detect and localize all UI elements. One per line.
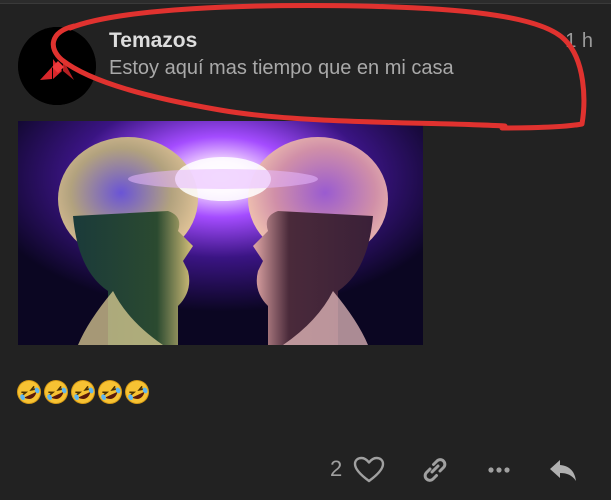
- post-card: Temazos Estoy aquí mas tiempo que en mi …: [0, 0, 611, 500]
- username[interactable]: Temazos: [109, 29, 197, 53]
- heart-icon[interactable]: [352, 454, 386, 486]
- rofl-emoji-icon: [71, 380, 95, 404]
- emoji-row: [16, 378, 150, 410]
- avatar[interactable]: [18, 27, 96, 105]
- post-image[interactable]: [18, 121, 423, 345]
- link-icon[interactable]: [418, 454, 452, 486]
- rofl-emoji-icon: [17, 380, 41, 404]
- top-divider: [0, 0, 611, 4]
- rofl-emoji-icon: [98, 380, 122, 404]
- post-message: Estoy aquí mas tiempo que en mi casa: [109, 57, 454, 79]
- brand-logo-icon: [18, 27, 96, 105]
- post-actions: 2: [0, 448, 611, 492]
- more-icon[interactable]: [482, 454, 516, 486]
- like-count[interactable]: 2: [330, 456, 342, 482]
- reply-icon[interactable]: [546, 454, 580, 486]
- rofl-emoji-icon: [44, 380, 68, 404]
- rofl-emoji-icon: [125, 380, 149, 404]
- post-timestamp[interactable]: 1 h: [565, 30, 593, 53]
- two-heads-glowing-brains-image: [18, 121, 423, 345]
